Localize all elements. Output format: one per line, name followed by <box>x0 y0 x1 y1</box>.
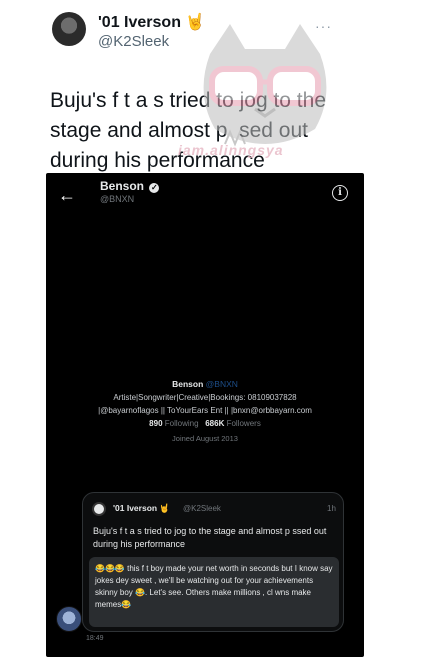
quoted-author-name[interactable]: '01 Iverson 🤘 <box>113 503 170 514</box>
reply-avatar[interactable] <box>56 606 82 632</box>
quoted-tweet-text: Buju's f t a s tried to jog to the stage… <box>93 526 327 549</box>
reply-text: 😂😂😂 this f t boy made your net worth in … <box>89 557 339 627</box>
profile-handle[interactable]: @BNXN <box>206 379 238 389</box>
profile-bio-line-1: Artiste|Songwriter|Creative|Bookings: 08… <box>113 393 297 402</box>
outer-tweet: '01 Iverson 🤘 @K2Sleek ··· Buju's f t a … <box>0 0 442 657</box>
profile-bio-line-2: |@bayarnoflagos || ToYourEars Ent || |bn… <box>98 406 312 415</box>
status-time: 18:49 <box>86 635 104 642</box>
profile-stats: 890 Following 686K Followers <box>46 417 364 430</box>
quoted-timestamp: 1h <box>327 504 336 513</box>
author-handle[interactable]: @K2Sleek <box>98 33 169 50</box>
watermark-text: iam.alinngsya <box>178 142 284 158</box>
profile-name-line: Benson @BNXN <box>46 378 364 391</box>
info-icon[interactable]: i <box>332 185 348 201</box>
profile-header-handle: @BNXN <box>100 194 135 204</box>
profile-joined: Joined August 2013 <box>172 434 238 443</box>
following-label[interactable]: Following <box>165 419 199 428</box>
following-count[interactable]: 890 <box>149 419 162 428</box>
quoted-author-handle[interactable]: @K2Sleek <box>183 504 221 513</box>
followers-label[interactable]: Followers <box>227 419 261 428</box>
embedded-screenshot: ← Benson ✓ @BNXN i Benson @BNXN Artiste|… <box>46 173 364 657</box>
profile-name: Benson <box>172 379 204 389</box>
header-title-text: Benson <box>100 179 145 193</box>
verified-icon: ✓ <box>149 183 160 193</box>
quoted-avatar[interactable] <box>92 502 106 516</box>
profile-header-title: Benson ✓ <box>100 179 160 193</box>
avatar[interactable] <box>52 12 86 46</box>
back-arrow-icon[interactable]: ← <box>58 185 76 206</box>
profile-info: Benson @BNXN Artiste|Songwriter|Creative… <box>46 378 364 445</box>
quoted-tweet-card[interactable]: '01 Iverson 🤘 @K2Sleek 1h Buju's f t a s… <box>82 492 344 632</box>
followers-count[interactable]: 686K <box>205 419 224 428</box>
